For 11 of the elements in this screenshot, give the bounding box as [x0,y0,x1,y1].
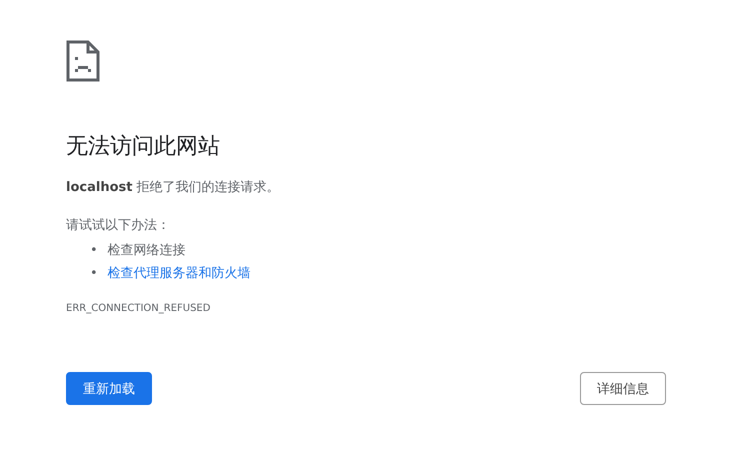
details-button[interactable]: 详细信息 [580,372,666,405]
sad-page-icon [66,40,100,82]
suggestion-link[interactable]: 检查代理服务器和防火墙 [108,262,251,285]
error-message: localhost 拒绝了我们的连接请求。 [66,179,280,197]
bullet: • [90,242,98,260]
reload-button[interactable]: 重新加载 [66,372,152,405]
suggestions-intro: 请试试以下办法： [66,217,170,235]
error-code: ERR_CONNECTION_REFUSED [66,302,210,316]
bullet: • [90,265,98,283]
error-heading: 无法访问此网站 [66,133,220,161]
suggestion-text: 检查网络连接 [108,242,186,260]
